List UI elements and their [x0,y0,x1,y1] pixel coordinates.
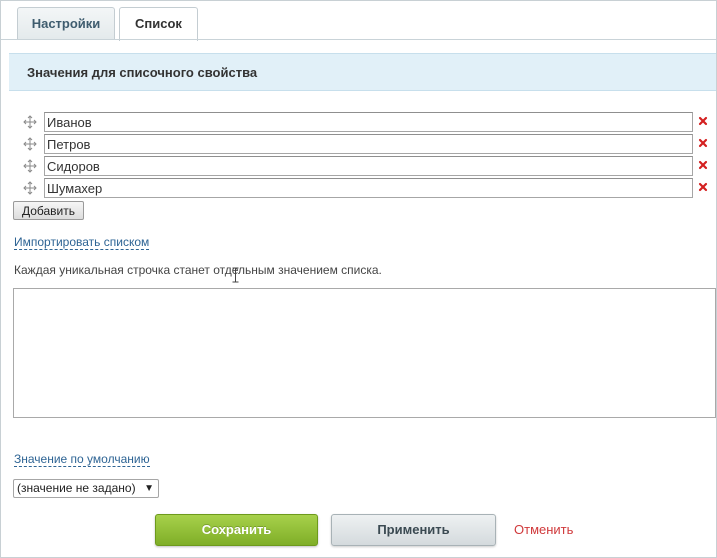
list-value-input[interactable] [44,134,693,154]
default-value-select[interactable]: (значение не задано) ▼ [13,479,159,498]
drag-handle-icon[interactable] [22,136,38,152]
list-value-input[interactable] [44,112,693,132]
import-textarea[interactable] [13,288,716,418]
text-cursor-icon [231,267,240,283]
tab-list[interactable]: Список [119,7,198,41]
apply-button[interactable]: Применить [331,514,496,546]
default-value-link[interactable]: Значение по умолчанию [14,452,150,467]
tab-bar: Настройки Список [1,1,716,41]
drag-handle-icon[interactable] [22,114,38,130]
delete-icon[interactable] [697,181,709,193]
list-value-row [1,112,716,132]
chevron-down-icon: ▼ [144,483,154,494]
section-title: Значения для списочного свойства [9,53,716,91]
list-value-input[interactable] [44,178,693,198]
save-button[interactable]: Сохранить [155,514,318,546]
delete-icon[interactable] [697,115,709,127]
list-value-row [1,134,716,154]
add-value-button[interactable]: Добавить [13,201,84,220]
import-list-link[interactable]: Импортировать списком [14,235,150,250]
delete-icon[interactable] [697,137,709,149]
import-hint: Каждая уникальная строчка станет отдельн… [14,263,382,277]
tab-settings[interactable]: Настройки [17,7,115,39]
list-value-row [1,156,716,176]
drag-handle-icon[interactable] [22,180,38,196]
list-value-input[interactable] [44,156,693,176]
property-editor-window: Настройки Список Значения для списочного… [0,0,717,558]
list-value-row [1,178,716,198]
default-value-selected: (значение не задано) [17,481,136,495]
cancel-link[interactable]: Отменить [514,522,573,537]
drag-handle-icon[interactable] [22,158,38,174]
tab-bar-divider [1,39,716,40]
delete-icon[interactable] [697,159,709,171]
